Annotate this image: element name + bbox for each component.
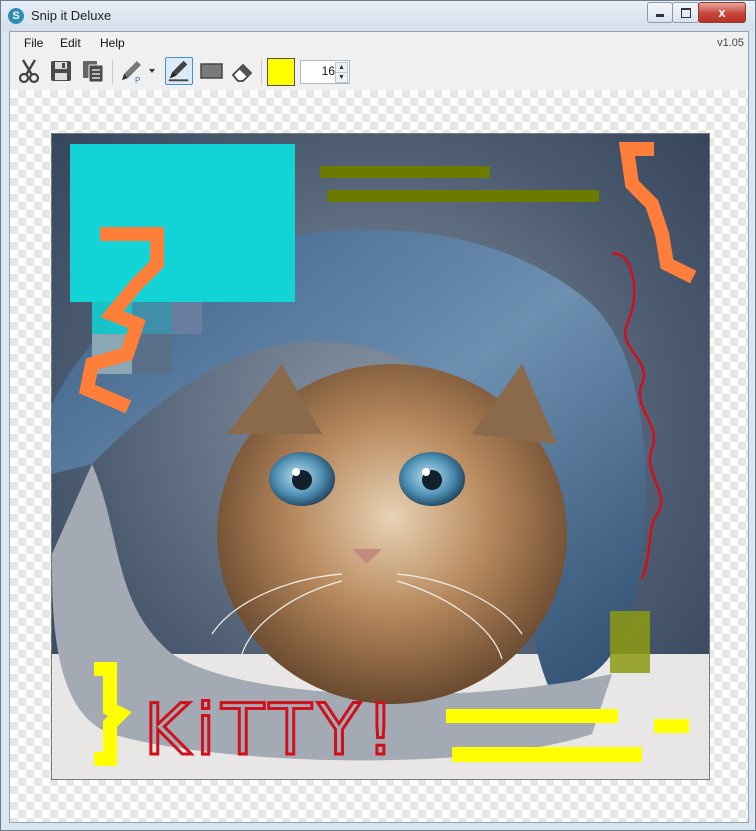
client-area: File Edit Help v1.05 P 16 ▲ ▼ KiTTY! (9, 31, 749, 823)
annotation-text: KiTTY! (144, 689, 400, 771)
chevron-down-icon (149, 69, 155, 73)
save-button[interactable] (47, 57, 75, 85)
copy-button[interactable] (79, 57, 107, 85)
cyan-rectangle (70, 144, 295, 302)
olive-highlight-long (327, 190, 599, 202)
yellow-highlight-bottom (452, 747, 642, 762)
maximize-button[interactable] (672, 2, 699, 23)
maximize-icon (681, 8, 691, 18)
brush-size-stepper[interactable]: 16 ▲ ▼ (300, 60, 350, 84)
canvas-area[interactable]: KiTTY! (10, 90, 748, 822)
toolbar-separator (112, 60, 113, 84)
pen-button[interactable]: P (117, 57, 145, 85)
marker-icon (168, 60, 189, 82)
eraser-icon (231, 63, 253, 82)
olive-highlight-short (320, 166, 490, 178)
scissors-icon (18, 59, 40, 84)
marker-button[interactable] (165, 57, 193, 85)
app-window: S Snip it Deluxe x File Edit Help v1.05 (0, 0, 756, 831)
spin-down-button[interactable]: ▼ (335, 72, 348, 83)
close-button[interactable]: x (698, 2, 746, 23)
title-bar[interactable]: S Snip it Deluxe x (1, 1, 755, 31)
brush-size-value: 16 (321, 64, 335, 78)
menu-help[interactable]: Help (100, 36, 125, 50)
app-icon: S (8, 8, 24, 24)
pen-dropdown[interactable] (146, 57, 158, 85)
annotated-image[interactable]: KiTTY! (52, 134, 709, 779)
close-icon: x (718, 5, 726, 20)
left-eye-highlight (292, 468, 300, 476)
olive-box (610, 611, 650, 673)
menu-file[interactable]: File (24, 36, 43, 50)
eraser-button[interactable] (229, 57, 257, 85)
menu-bar: File Edit Help v1.05 (10, 32, 748, 54)
rectangle-button[interactable] (197, 57, 225, 85)
yellow-highlight-dash (654, 719, 689, 733)
copy-icon (83, 61, 104, 83)
pen-badge: P (135, 76, 140, 85)
menu-edit[interactable]: Edit (60, 36, 81, 50)
yellow-highlight-top (446, 709, 618, 723)
minimize-button[interactable] (647, 2, 673, 23)
save-icon (51, 61, 71, 81)
rectangle-icon (200, 63, 223, 79)
toolbar-separator (261, 60, 262, 84)
window-title: Snip it Deluxe (31, 8, 112, 23)
toolbar: P 16 ▲ ▼ (10, 54, 748, 90)
minimize-icon (656, 14, 664, 17)
version-label: v1.05 (717, 37, 744, 49)
cut-button[interactable] (15, 57, 43, 85)
pen-icon: P (122, 61, 141, 85)
image-canvas[interactable]: KiTTY! (51, 133, 710, 780)
right-eye-highlight (422, 468, 430, 476)
color-swatch[interactable] (267, 58, 295, 86)
